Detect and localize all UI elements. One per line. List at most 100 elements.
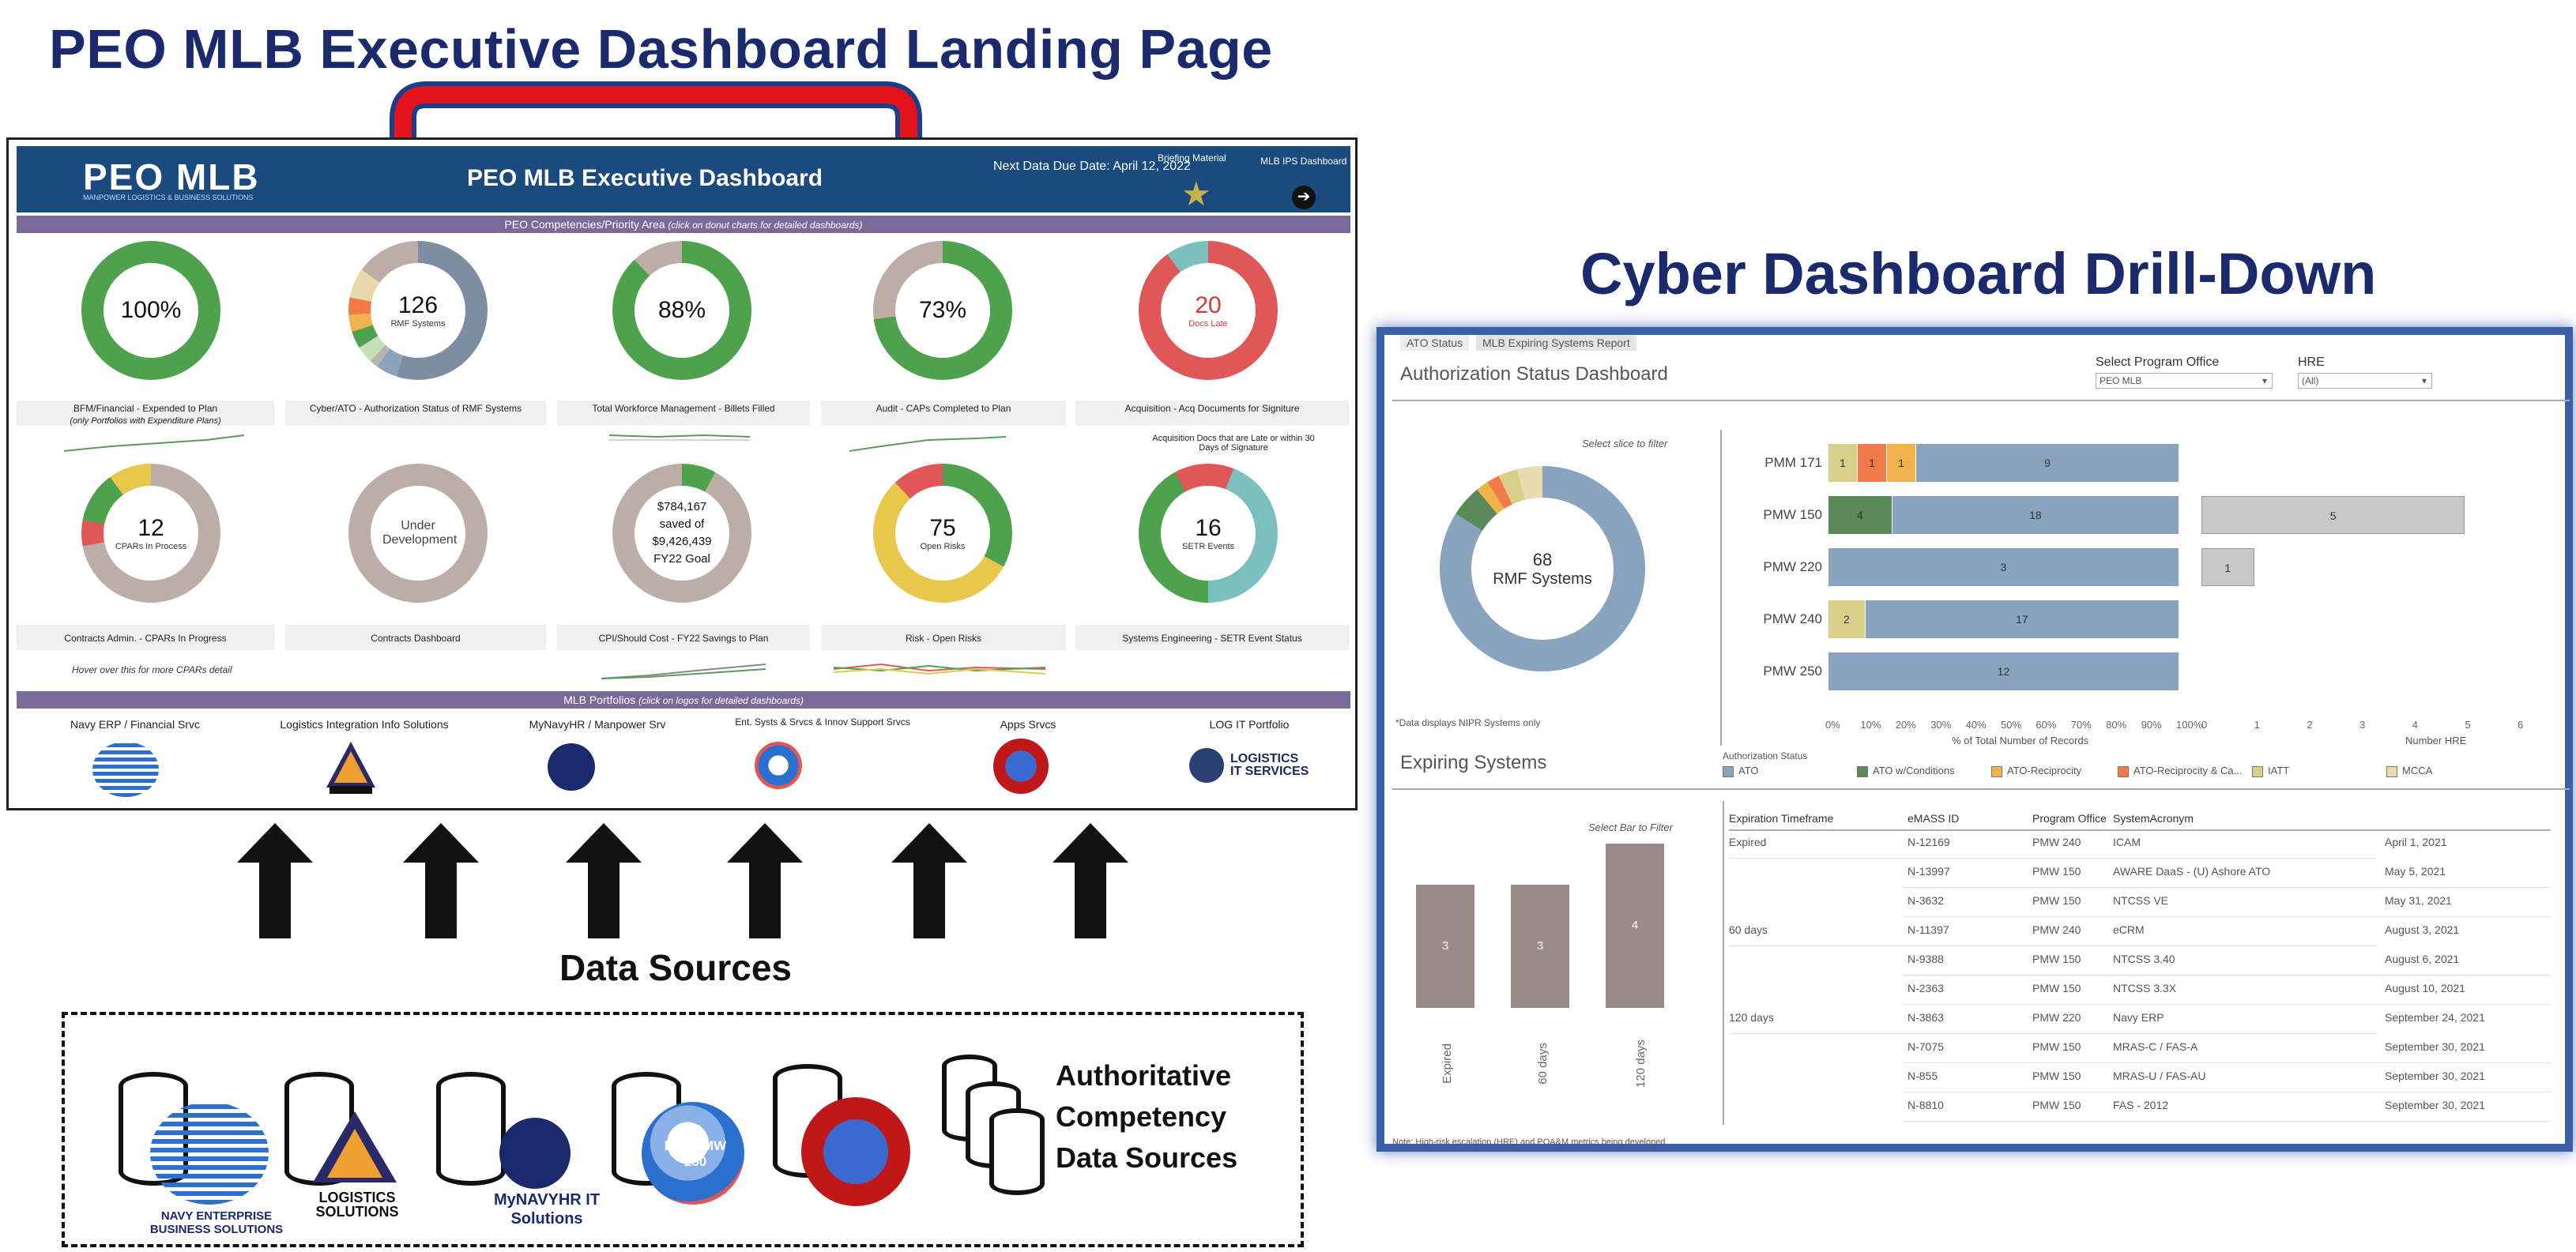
bar-segment[interactable]: 1 [1858,444,1887,482]
program-office-select[interactable]: PEO MLB ▾ [2096,373,2273,389]
row-divider [1729,1033,2377,1034]
bar-segment[interactable]: 17 [1865,600,2179,638]
label-audit: Audit - CAPs Completed to Plan [821,400,1066,426]
expiring-bar-chart[interactable]: 3 Expired 3 60 days 4 120 days [1400,840,1700,1109]
table-header[interactable]: Program Office [2032,812,2107,825]
legend-item[interactable]: ATO-Reciprocity [1991,765,2081,777]
sparkline-audit [849,436,1007,452]
logistics-logo[interactable] [325,740,377,795]
donut-contracts-center: Under Development [371,486,465,581]
expiring-category-label: 120 days [1633,1040,1648,1088]
donut-setr-sub: SETR Events [1181,542,1235,551]
logo-subtitle: MANPOWER LOGISTICS & BUSINESS SOLUTIONS [83,194,254,201]
navy-erp-logo[interactable] [92,742,159,797]
legend-swatch [2252,765,2263,777]
mynavyhr-logo[interactable] [548,743,595,791]
legend-item[interactable]: ATO [1723,765,1759,777]
divider [1392,788,2570,790]
table-cell: N-2363 [1908,982,1944,994]
table-cell: May 31, 2021 [2385,894,2452,907]
e2s-logo[interactable] [755,742,802,789]
table-cell: NTCSS 3.3X [2113,982,2177,994]
table-cell: August 10, 2021 [2385,982,2465,994]
up-arrow-icon [237,823,313,938]
authoritative-line: Authoritative [1056,1059,1232,1092]
ips-dashboard-arrow-icon[interactable]: ➔ [1292,186,1316,209]
hre-select[interactable]: (All) ▾ [2298,373,2432,389]
table-cell: AWARE DaaS - (U) Ashore ATO [2113,865,2271,878]
bar-segment[interactable]: 12 [1828,652,2179,690]
sparkline-bfm [64,434,245,452]
vertical-divider [1723,801,1724,1125]
portfolios-bar: MLB Portfolios (click on logos for detai… [17,691,1350,709]
legend-label: ATO-Reciprocity & Ca... [2133,765,2243,776]
hre-tick-label: 0 [2201,719,2208,731]
table-cell: PMW 220 [2032,1011,2081,1024]
legend-item[interactable]: ATO w/Conditions [1857,765,1955,777]
bar-segment[interactable]: 3 [1828,548,2179,586]
portfolio-mynavyhr-label: MyNavyHR / Manpower Srv [529,718,666,731]
label-bfm-note: (only Portfolios with Expenditure Plans) [70,416,221,426]
bar-segment[interactable]: 1 [1828,444,1858,482]
peo-mlb-logo[interactable]: PEO MLB [83,156,260,198]
bar-segment[interactable]: 9 [1916,444,2179,482]
cpars-hover-note[interactable]: Hover over this for more CPARs detail [72,664,232,675]
donut-risk-value: 75 [929,515,956,541]
table-cell: NTCSS 3.40 [2113,953,2175,965]
x-axis-hre-label: Number HRE [2405,735,2467,746]
row-divider [1903,916,2551,917]
legend-item[interactable]: MCCA [2386,765,2432,777]
hre-label: HRE [2298,355,2325,369]
program-office-value: PEO MLB [2100,375,2142,386]
table-cell: PMW 150 [2032,1070,2081,1082]
auth-status-bar-chart[interactable]: PMM 171 1 1 1 9 PMW 150 4 18 5 PMW 220 3 1 PMW 240 2 1… [1731,438,2576,754]
bar-segment[interactable]: 4 [1828,496,1892,534]
dashboard-title: PEO MLB Executive Dashboard [467,165,823,191]
table-cell: PMW 150 [2032,982,2081,994]
table-header[interactable]: eMASS ID [1908,812,1959,825]
label-cyber[interactable]: Cyber/ATO - Authorization Status of RMF … [285,400,546,426]
up-arrow-icon [891,823,967,938]
expiring-bar[interactable]: 4 [1606,844,1664,1008]
x-tick-label: 30% [1930,719,1952,731]
expiring-bar[interactable]: 3 [1416,885,1474,1008]
tab-expiring-report[interactable]: MLB Expiring Systems Report [1476,335,1636,351]
donut-cyber-center: 126 RMF Systems [371,263,465,358]
legend-item[interactable]: IATT [2252,765,2289,777]
e2s-text: E2S PMW 250 [664,1138,727,1169]
log-it-logo-text[interactable]: LOGISTICS IT SERVICES [1230,753,1309,778]
legend-swatch [2118,765,2129,777]
hre-bar[interactable]: 5 [2201,496,2465,534]
table-header[interactable]: SystemAcronym [2113,812,2194,825]
portfolios-hint: (click on logos for detailed dashboards) [638,695,804,706]
table-cell: May 5, 2021 [2385,865,2446,878]
donut-bfm-value: 100% [120,297,182,323]
bar-segment[interactable]: 1 [1887,444,1916,482]
authoritative-sources-label: Authoritative Competency Data Sources [1056,1055,1237,1179]
donut-cpi-value: $784,167 saved of $9,426,439 FY22 Goal [652,500,712,566]
table-cell: eCRM [2113,923,2145,936]
legend-item[interactable]: ATO-Reciprocity & Ca... [2118,765,2243,777]
expiring-bar[interactable]: 3 [1511,885,1569,1008]
table-cell: PMW 150 [2032,894,2081,907]
legend-swatch [1991,765,2002,777]
donut-cpars-sub: CPARs In Process [115,542,187,551]
cyber-donut-sub: RMF Systems [1493,570,1592,588]
tab-ato-status[interactable]: ATO Status [1400,335,1470,351]
table-cell: N-3863 [1908,1011,1944,1024]
apps-srvcs-logo[interactable] [993,739,1049,794]
x-tick-label: 10% [1860,719,1881,731]
donut-acquisition-sub: Docs Late [1188,319,1228,329]
log-it-logo-icon[interactable] [1189,748,1224,783]
hre-bar[interactable]: 1 [2201,548,2254,586]
bar-segment[interactable]: 2 [1828,600,1866,638]
bar-segment[interactable]: 18 [1892,496,2179,534]
donut-workforce-value: 88% [657,297,706,323]
briefing-star-icon[interactable]: ★ [1181,178,1211,211]
donut-risk-center: 75 Open Risks [895,486,990,581]
nipr-note: *Data displays NIPR Systems only [1395,717,1541,728]
table-header[interactable]: Expiration Timeframe [1729,812,1833,825]
donut-workforce-center: 88% [635,263,729,358]
table-cell: September 24, 2021 [2385,1011,2485,1024]
table-cell: PMW 240 [2032,836,2081,848]
